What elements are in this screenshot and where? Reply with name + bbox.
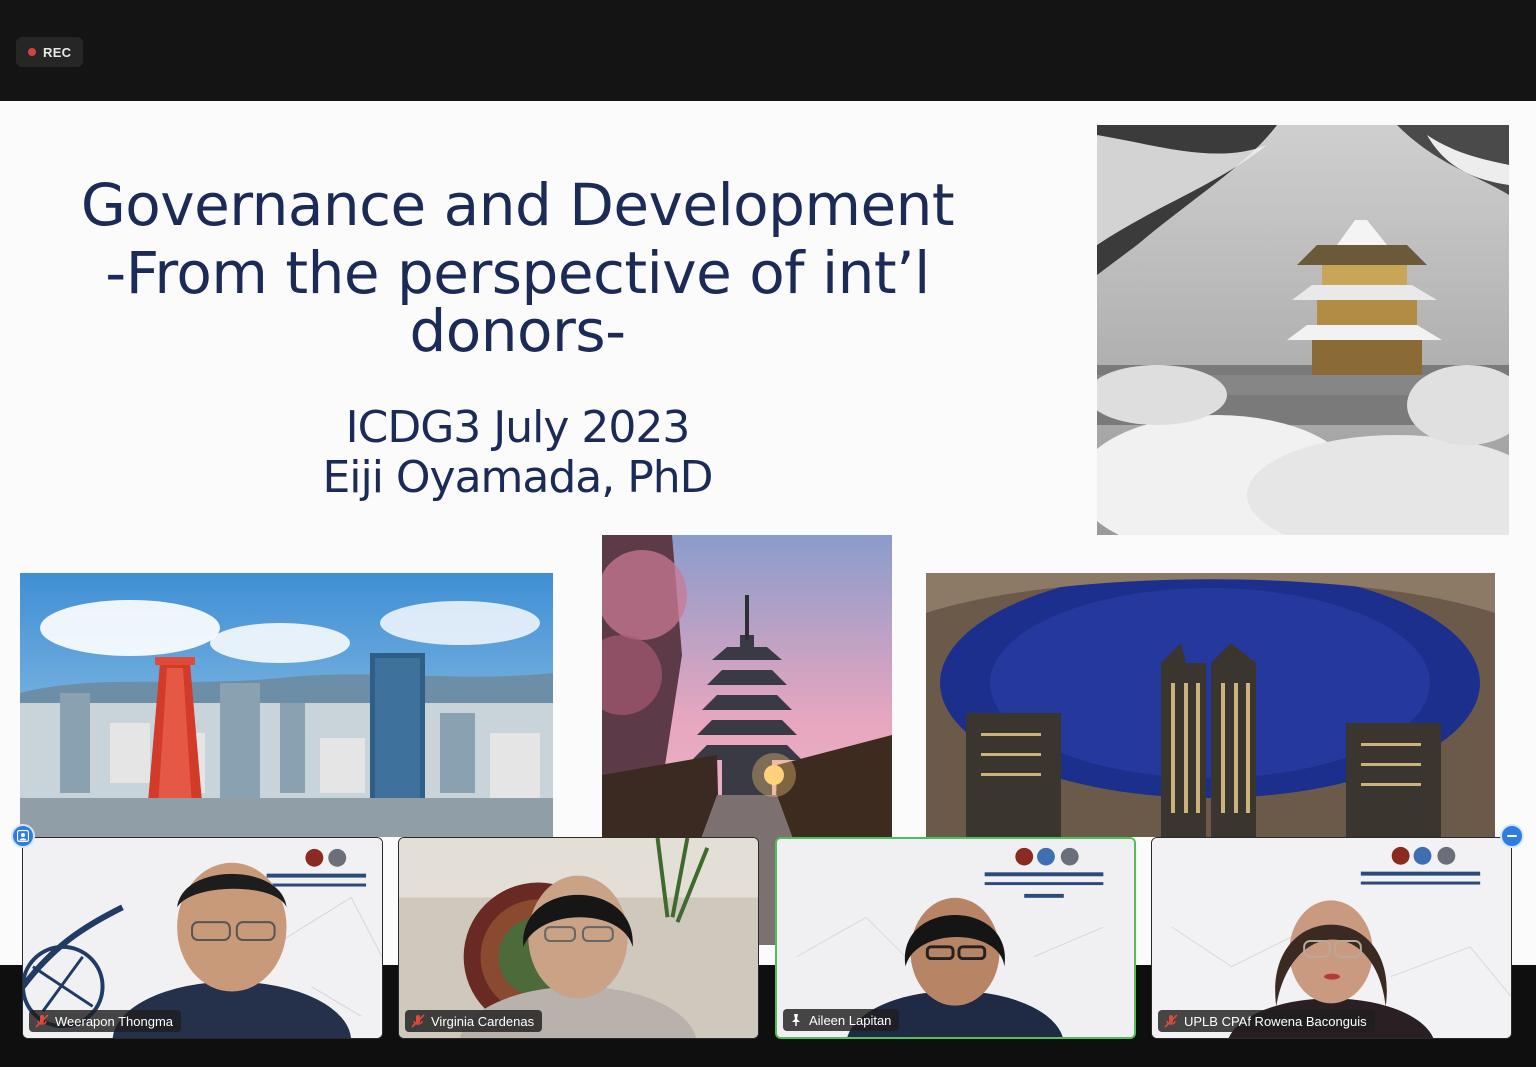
pin-icon: [792, 1014, 800, 1026]
minimize-video-button[interactable]: [1500, 824, 1524, 848]
kobe-port-tower-photo: [20, 573, 553, 837]
mic-muted-icon: [1164, 1014, 1178, 1028]
participant-name-tag: Aileen Lapitan: [783, 1009, 900, 1031]
participant-tile[interactable]: Weerapon Thongma: [22, 837, 383, 1039]
recording-label: REC: [43, 44, 72, 60]
mic-muted-icon: [411, 1014, 425, 1028]
participant-name: Weerapon Thongma: [55, 1013, 174, 1029]
minimize-icon: [1507, 835, 1517, 837]
slide-event: ICDG3 July 2023: [345, 402, 691, 453]
meeting-top-bar: REC: [0, 0, 1536, 101]
slide-subtitle: -From the perspective of int’l donors-: [105, 239, 930, 365]
mic-muted-icon: [35, 1014, 49, 1028]
participant-view-button[interactable]: [11, 824, 35, 848]
participant-video: [23, 838, 382, 1038]
participant-tile[interactable]: UPLB CPAf Rowena Baconguis: [1151, 837, 1512, 1039]
shared-slide: Governance and Development -From the per…: [0, 101, 1536, 965]
participant-tile-active-speaker[interactable]: Aileen Lapitan: [775, 837, 1136, 1039]
recording-dot-icon: [28, 48, 36, 56]
participant-name-tag: Virginia Cardenas: [405, 1010, 543, 1032]
tokyo-government-building-photo: [926, 573, 1495, 837]
participant-view-icon: [17, 830, 29, 842]
recording-indicator[interactable]: REC: [16, 37, 84, 67]
slide-title: Governance and Development: [80, 171, 955, 239]
participant-name-tag: Weerapon Thongma: [29, 1010, 182, 1032]
participant-name: Aileen Lapitan: [809, 1012, 892, 1028]
participant-video: [1152, 838, 1511, 1038]
slide-presenter: Eiji Oyamada, PhD: [322, 452, 713, 503]
participant-video: [399, 838, 758, 1038]
participant-name-tag: UPLB CPAf Rowena Baconguis: [1158, 1010, 1375, 1032]
participant-name: Virginia Cardenas: [431, 1013, 535, 1029]
participant-video: [777, 839, 1134, 1037]
participant-tile[interactable]: Virginia Cardenas: [398, 837, 759, 1039]
kinkakuji-snow-photo: [1097, 125, 1509, 535]
participant-name: UPLB CPAf Rowena Baconguis: [1184, 1013, 1367, 1029]
